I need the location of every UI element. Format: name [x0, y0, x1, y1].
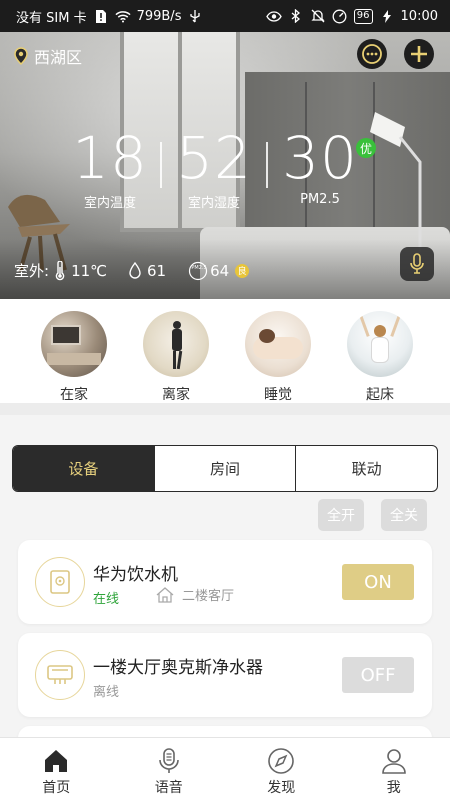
scene-at-home[interactable]: 在家: [41, 311, 107, 404]
tab-automation[interactable]: 联动: [295, 446, 437, 491]
metric-pm25: 30 PM2.5: [282, 128, 358, 207]
water-purifier-icon: [35, 650, 85, 700]
outdoor-pm-quality-badge: 良: [235, 263, 250, 278]
metric-temperature: 18 室内温度: [72, 128, 148, 211]
metric-value: 30: [282, 124, 358, 192]
scene-wake-up-image: [347, 311, 413, 377]
water-drop-icon: [129, 262, 141, 279]
air-quality-badge: 优: [356, 138, 376, 158]
scene-list: 在家 离家 睡觉 起床: [0, 299, 450, 415]
battery-indicator: 96: [353, 8, 373, 24]
outdoor-temperature: 11℃: [71, 261, 107, 280]
device-toggle[interactable]: ON: [342, 564, 414, 600]
device-name: 一楼大厅奥克斯净水器: [93, 658, 263, 678]
nav-label: 我: [386, 780, 401, 796]
metric-humidity: 52 室内湿度: [176, 128, 252, 211]
nav-me[interactable]: 我: [338, 738, 450, 800]
device-status: 离线: [93, 685, 120, 700]
chat-bubble-icon: [362, 44, 382, 64]
nav-home[interactable]: 首页: [0, 738, 113, 800]
house-icon: [156, 586, 174, 603]
outdoor-weather: 室外: 11℃ 61 PM2.5 64 良: [14, 260, 250, 281]
metric-label: PM2.5: [300, 192, 340, 207]
all-on-button[interactable]: 全开: [318, 499, 364, 531]
location-label: 西湖区: [34, 48, 83, 67]
tab-bar: 设备 房间 联动: [12, 445, 438, 492]
location-pin-icon: [14, 47, 28, 65]
wifi-icon: [115, 8, 131, 24]
tab-rooms[interactable]: 房间: [153, 446, 296, 491]
voice-button[interactable]: [400, 247, 434, 281]
add-button[interactable]: [404, 39, 434, 69]
message-button[interactable]: [357, 39, 387, 69]
nav-discover[interactable]: 发现: [225, 738, 338, 800]
scene-away-image: [143, 311, 209, 377]
device-card[interactable]: 华为饮水机 在线 二楼客厅 ON: [18, 540, 432, 624]
carrier-text: 没有 SIM 卡: [16, 10, 87, 26]
water-dispenser-icon: [35, 557, 85, 607]
indoor-metrics: 18 室内温度 52 室内湿度 30 PM2.5: [0, 128, 450, 218]
tab-devices[interactable]: 设备: [13, 446, 154, 491]
metric-label: 室内温度: [83, 196, 136, 211]
scene-label: 睡觉: [264, 387, 292, 403]
metric-divider: [160, 142, 162, 188]
location-selector[interactable]: 西湖区: [14, 44, 82, 68]
metric-divider: [266, 142, 268, 188]
clock: 10:00: [400, 8, 438, 24]
scene-wake-up[interactable]: 起床: [347, 311, 413, 404]
sim-alert-icon: [93, 8, 109, 24]
status-bar: 没有 SIM 卡 799B/s 96 10:00: [0, 0, 450, 32]
bluetooth-icon: [288, 8, 304, 24]
user-icon: [381, 749, 406, 774]
mute-icon: [310, 8, 326, 24]
compass-icon: [268, 748, 295, 774]
outdoor-humidity: 61: [147, 261, 167, 280]
device-card[interactable]: 一楼大厅奥克斯净水器 离线 OFF: [18, 633, 432, 717]
nav-voice[interactable]: 语音: [113, 738, 226, 800]
outdoor-pm25: 64: [210, 261, 230, 280]
scene-at-home-image: [41, 311, 107, 377]
microphone-icon: [410, 253, 424, 274]
metric-value: 52: [176, 124, 252, 192]
scene-away[interactable]: 离家: [143, 311, 209, 404]
device-panel: 设备 房间 联动 全开 全关 华为饮水机 在线 二楼客厅 ON 一楼大厅奥克斯净…: [0, 427, 450, 746]
thermometer-icon: [55, 260, 65, 280]
all-off-button[interactable]: 全关: [381, 499, 427, 531]
device-room: 二楼客厅: [156, 585, 234, 604]
home-icon: [45, 750, 68, 772]
device-name: 华为饮水机: [93, 565, 178, 585]
nav-label: 首页: [42, 780, 71, 796]
charging-icon: [379, 8, 395, 24]
hero-panel: 西湖区 18 室内温度 52 室内湿度 30 PM2.5 优 室外: 11℃ 6…: [0, 32, 450, 299]
nav-label: 语音: [154, 780, 183, 796]
scene-sleep-image: [245, 311, 311, 377]
bottom-navigation: 首页 语音 发现 我: [0, 737, 450, 800]
device-toggle[interactable]: OFF: [342, 657, 414, 693]
outdoor-label: 室外:: [14, 262, 50, 280]
metric-value: 18: [72, 124, 148, 192]
network-speed: 799B/s: [136, 8, 182, 24]
outdoor-pm-icon-text: PM2.5: [191, 265, 207, 271]
scene-label: 起床: [366, 387, 394, 403]
scene-label: 在家: [60, 387, 88, 403]
microphone-icon: [158, 748, 179, 773]
scene-sleep[interactable]: 睡觉: [245, 311, 311, 404]
plus-icon: [411, 46, 427, 62]
gauge-icon: [332, 8, 348, 24]
usb-icon: [187, 8, 203, 24]
device-status: 在线: [93, 592, 120, 607]
scene-label: 离家: [162, 387, 190, 403]
metric-label: 室内湿度: [187, 196, 240, 211]
eye-icon: [266, 8, 282, 24]
nav-label: 发现: [267, 780, 296, 796]
device-room-label: 二楼客厅: [182, 589, 235, 604]
